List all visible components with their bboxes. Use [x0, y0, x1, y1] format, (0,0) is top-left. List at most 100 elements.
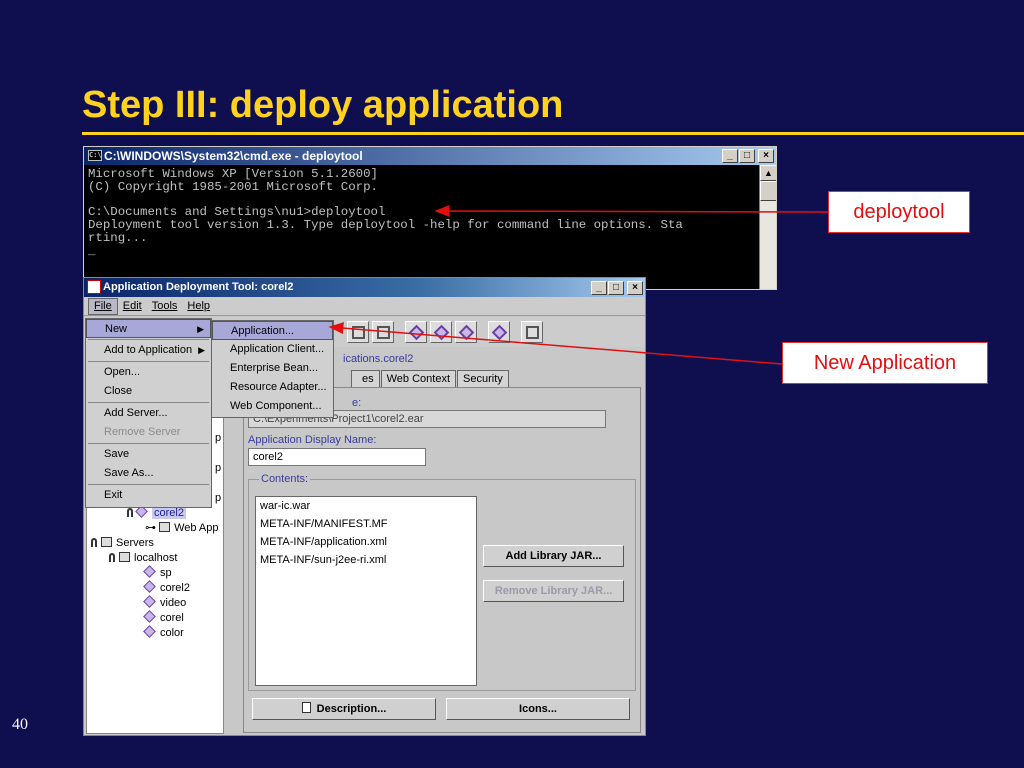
cmd-line: Microsoft Windows XP [Version 5.1.2600]	[88, 167, 378, 181]
contents-list[interactable]: war-ic.war META-INF/MANIFEST.MF META-INF…	[255, 496, 477, 686]
menu-item-label: Add to Application	[104, 344, 193, 356]
toolbar-button[interactable]	[372, 321, 394, 343]
toolbar-button[interactable]	[488, 321, 510, 343]
cmd-window: C:\ C:\WINDOWS\System32\cmd.exe - deploy…	[83, 146, 777, 290]
application-name-label: ications.corel2	[343, 353, 414, 365]
remove-library-jar-button[interactable]: Remove Library JAR...	[483, 580, 624, 602]
list-item[interactable]: war-ic.war	[260, 497, 476, 515]
tree-node-label: video	[160, 597, 187, 609]
bean-icon	[433, 324, 450, 341]
add-library-jar-button[interactable]: Add Library JAR...	[483, 545, 624, 567]
minimize-icon[interactable]: _	[722, 149, 738, 163]
menu-item-save-as[interactable]: Save As...	[86, 464, 211, 483]
tree-node-label: color	[160, 627, 184, 639]
tab-security[interactable]: Security	[457, 370, 509, 387]
scroll-up-icon[interactable]: ▲	[760, 165, 776, 181]
menu-item-save[interactable]: Save	[86, 445, 211, 464]
general-panel: e: C:\Experiments\Project1\corel2.ear Ap…	[243, 387, 641, 733]
tree-handle-icon[interactable]	[127, 508, 133, 517]
menu-item-resource-adapter[interactable]: Resource Adapter...	[212, 378, 333, 397]
new-submenu: Application... Application Client... Ent…	[211, 320, 334, 418]
bean-icon	[408, 324, 425, 341]
menu-item-exit[interactable]: Exit	[86, 486, 211, 505]
menu-item-application-client[interactable]: Application Client...	[212, 340, 333, 359]
menu-item-add-to-application[interactable]: Add to Application ▶	[86, 341, 211, 360]
tree-node-server-app[interactable]: color	[143, 625, 184, 640]
new-application-callout: New Application	[782, 342, 988, 384]
toolbar-button[interactable]	[455, 321, 477, 343]
menu-item-remove-server[interactable]: Remove Server	[86, 423, 211, 442]
tab-roles[interactable]: es	[351, 370, 380, 387]
tree-node-corel2-app[interactable]: corel2	[127, 505, 186, 520]
menu-item-enterprise-bean[interactable]: Enterprise Bean...	[212, 359, 333, 378]
cmd-output[interactable]: Microsoft Windows XP [Version 5.1.2600](…	[84, 165, 756, 289]
toolbar-button[interactable]	[347, 321, 369, 343]
close-icon[interactable]: ×	[627, 281, 643, 295]
tree-node-server-app[interactable]: sp	[143, 565, 172, 580]
maximize-icon[interactable]: □	[739, 149, 755, 163]
tree-node-label: corel2	[160, 582, 190, 594]
tree-handle-icon[interactable]	[91, 538, 97, 547]
menu-item-open[interactable]: Open...	[86, 363, 211, 382]
tree-node-partial: p	[215, 462, 222, 474]
title-rule	[82, 132, 1024, 135]
menu-item-application[interactable]: Application...	[212, 321, 333, 340]
tree-handle-icon[interactable]	[109, 553, 115, 562]
toolbar-button[interactable]	[430, 321, 452, 343]
menu-file[interactable]: File	[88, 298, 118, 315]
file-name-label: e:	[352, 397, 362, 409]
verify-icon	[491, 324, 508, 341]
menu-help[interactable]: Help	[182, 297, 215, 315]
tree-node-server-app[interactable]: video	[143, 595, 187, 610]
tree-node-partial: p	[215, 432, 222, 444]
cmd-cursor: _	[88, 243, 96, 258]
web-app-icon	[159, 522, 171, 532]
menu-separator	[88, 361, 209, 362]
description-button[interactable]: Description...	[252, 698, 436, 720]
chevron-right-icon: ▶	[197, 324, 204, 334]
close-icon[interactable]: ×	[758, 149, 774, 163]
tree-node-label: Web App	[174, 522, 219, 534]
menu-tools[interactable]: Tools	[147, 297, 183, 315]
computer-icon	[119, 552, 130, 562]
application-icon	[143, 565, 156, 578]
scroll-thumb[interactable]	[760, 181, 776, 201]
toolbar-button[interactable]	[405, 321, 427, 343]
tree-node-servers[interactable]: Servers	[91, 536, 154, 550]
menu-item-web-component[interactable]: Web Component...	[212, 397, 333, 416]
toolbar-button[interactable]	[521, 321, 543, 343]
display-name-label: Application Display Name:	[248, 434, 377, 446]
tree-node-server-app[interactable]: corel2	[143, 580, 190, 595]
cmd-title: C:\WINDOWS\System32\cmd.exe - deploytool	[104, 149, 363, 163]
tree-node-label: corel2	[152, 507, 186, 519]
tree-node-web-app[interactable]: ⊶ Web App	[145, 521, 219, 535]
cmd-scrollbar[interactable]: ▲	[759, 165, 776, 289]
tree-node-server-app[interactable]: corel	[143, 610, 184, 625]
menu-item-add-server[interactable]: Add Server...	[86, 404, 211, 423]
icons-button[interactable]: Icons...	[446, 698, 630, 720]
cmd-icon: C:\	[88, 150, 102, 161]
display-name-field[interactable]: corel2	[248, 448, 426, 466]
menu-edit[interactable]: Edit	[118, 297, 147, 315]
deploytool-title-bar[interactable]: Application Deployment Tool: corel2 _ □ …	[84, 278, 645, 297]
tree-node-localhost[interactable]: localhost	[109, 551, 177, 565]
minimize-icon[interactable]: _	[591, 281, 607, 295]
collapse-handle-icon[interactable]: ⊶	[145, 522, 159, 534]
deploy-icon	[526, 326, 539, 339]
application-icon	[143, 625, 156, 638]
java-cup-icon	[87, 280, 101, 294]
cmd-line: (C) Copyright 1985-2001 Microsoft Corp.	[88, 179, 378, 194]
list-item[interactable]: META-INF/application.xml	[260, 533, 476, 551]
list-item[interactable]: META-INF/sun-j2ee-ri.xml	[260, 551, 476, 569]
tab-web-context[interactable]: Web Context	[380, 370, 457, 387]
menu-item-close[interactable]: Close	[86, 382, 211, 401]
tree-node-label: sp	[160, 567, 172, 579]
menu-item-label: New	[105, 323, 128, 335]
list-item[interactable]: META-INF/MANIFEST.MF	[260, 515, 476, 533]
maximize-icon[interactable]: □	[608, 281, 624, 295]
tree-node-label: Servers	[116, 537, 154, 549]
cmd-title-bar[interactable]: C:\ C:\WINDOWS\System32\cmd.exe - deploy…	[84, 147, 776, 165]
application-icon	[143, 580, 156, 593]
menu-item-new[interactable]: New ▶	[86, 319, 211, 338]
servers-icon	[101, 537, 112, 547]
